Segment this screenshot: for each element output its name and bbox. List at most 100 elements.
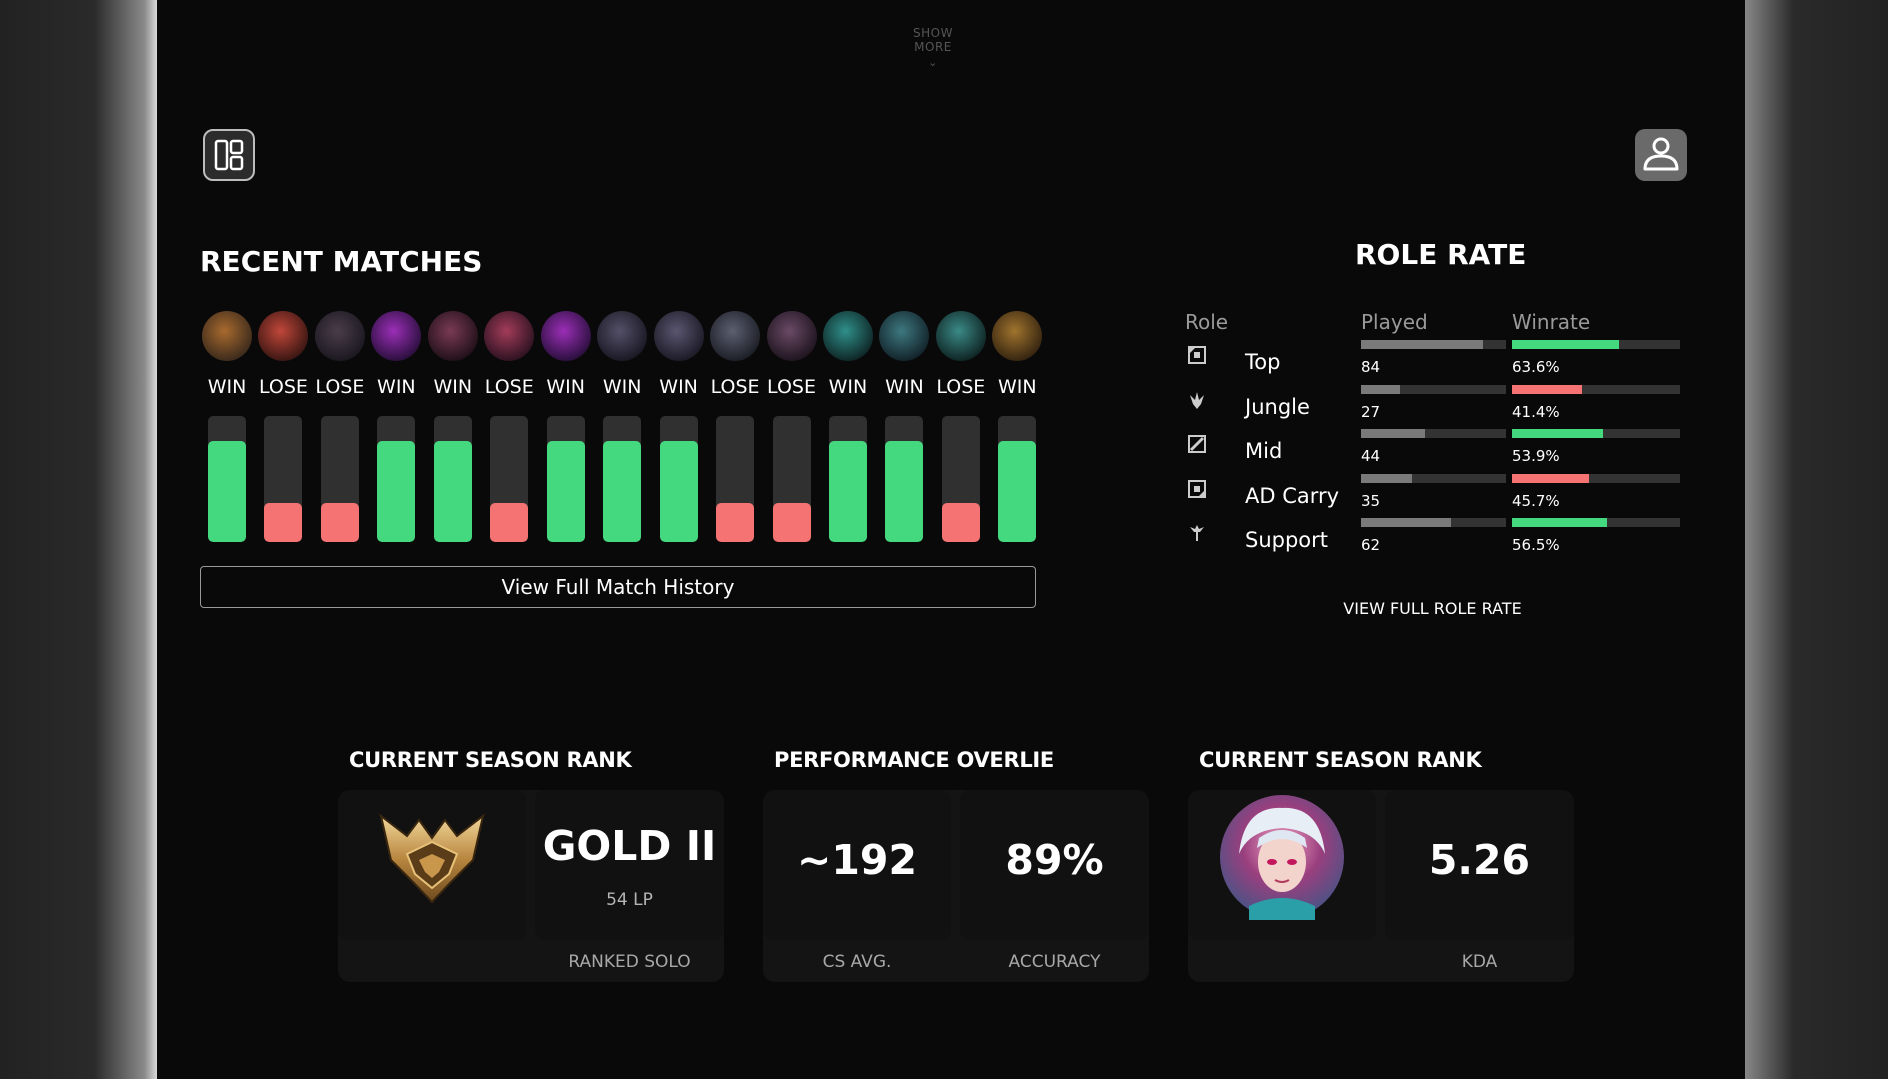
match-result-label: WIN xyxy=(207,376,247,398)
match-champion-avatar[interactable] xyxy=(935,311,986,361)
profile-button[interactable] xyxy=(1635,129,1687,181)
rank-card: GOLD II 54 LP RANKED SOLO xyxy=(338,790,724,982)
recent-matches-title: RECENT MATCHES xyxy=(200,245,483,278)
match-champion-avatar[interactable] xyxy=(427,311,478,361)
winrate-value: 41.4% xyxy=(1512,402,1560,421)
match-result-bar xyxy=(772,416,811,542)
played-count: 84 xyxy=(1361,358,1381,376)
bot-lane-icon xyxy=(1187,479,1207,499)
win-bar-fill xyxy=(546,441,585,542)
performance-card-title: PERFORMANCE OVERLIE xyxy=(774,748,1054,772)
winrate-bar-fill xyxy=(1512,429,1603,438)
match-result-label: LOSE xyxy=(767,376,816,398)
match-result-label: WIN xyxy=(602,376,642,398)
match-result-label: LOSE xyxy=(484,376,534,398)
match-champion-avatar[interactable] xyxy=(540,311,591,361)
match-champion-avatar[interactable] xyxy=(202,311,252,361)
match-result-label: WIN xyxy=(546,376,585,398)
match-champion-avatar[interactable] xyxy=(653,311,704,361)
winrate-value: 56.5% xyxy=(1512,536,1560,554)
lose-bar-fill xyxy=(716,503,755,542)
win-bar-fill xyxy=(603,441,642,542)
played-bar-fill xyxy=(1361,518,1451,527)
match-champion-avatar[interactable] xyxy=(710,311,761,361)
role-name: Mid xyxy=(1245,439,1283,463)
rank-lp-value: 54 LP xyxy=(606,890,653,910)
win-bar-fill xyxy=(208,441,246,542)
match-result-bar xyxy=(490,416,529,542)
gold-rank-emblem-icon xyxy=(379,813,485,904)
win-bar-fill xyxy=(885,441,924,542)
match-champion-avatar[interactable] xyxy=(314,311,365,361)
played-count: 62 xyxy=(1361,536,1381,554)
kda-value: 5.26 xyxy=(1428,836,1531,884)
played-bar xyxy=(1361,518,1506,527)
match-result-bar xyxy=(377,416,416,542)
match-champion-avatar[interactable] xyxy=(597,311,648,361)
win-bar-fill xyxy=(659,441,698,542)
accuracy-tile: 89% xyxy=(960,790,1149,940)
show-more-label: SHOW MORE xyxy=(913,26,953,54)
layout-toggle-button[interactable] xyxy=(203,129,255,181)
match-result-label: LOSE xyxy=(710,376,760,398)
played-count: 27 xyxy=(1361,402,1381,421)
match-champion-avatar[interactable] xyxy=(992,311,1043,361)
winrate-bar xyxy=(1512,473,1680,483)
rank-tier-tile: GOLD II 54 LP xyxy=(535,790,724,940)
match-champion-avatar[interactable] xyxy=(766,311,817,361)
mid-lane-icon xyxy=(1187,434,1207,454)
winrate-bar-fill xyxy=(1512,340,1619,349)
played-bar-fill xyxy=(1361,340,1483,349)
lose-bar-fill xyxy=(941,503,980,542)
match-result-bar xyxy=(546,416,585,542)
match-result-label: WIN xyxy=(828,376,868,398)
show-more-toggle[interactable]: SHOW MORE ⌄ xyxy=(893,26,973,69)
role-name: Support xyxy=(1245,528,1329,552)
user-icon xyxy=(1643,137,1679,171)
match-result-label: WIN xyxy=(659,376,698,398)
match-result-bar xyxy=(659,416,698,542)
winrate-bar-fill xyxy=(1512,518,1607,527)
played-bar-fill xyxy=(1361,473,1412,483)
match-result-bar xyxy=(603,416,642,542)
lose-bar-fill xyxy=(490,503,529,542)
ranked-queue-label: RANKED SOLO xyxy=(568,952,691,972)
view-full-role-rate-link[interactable]: VIEW FULL ROLE RATE xyxy=(1335,599,1530,618)
win-bar-fill xyxy=(433,441,472,542)
accuracy-label: ACCURACY xyxy=(1008,952,1101,972)
played-bar xyxy=(1361,473,1506,483)
kda-label: KDA xyxy=(1461,952,1498,972)
champion-portrait-avatar xyxy=(1220,795,1344,920)
rank-tier-value: GOLD II xyxy=(542,822,717,870)
layout-grid-icon xyxy=(214,139,244,171)
cs-avg-tile: ~192 xyxy=(763,790,951,940)
lose-bar-fill xyxy=(264,503,303,542)
rank-card-title: CURRENT SEASON RANK xyxy=(349,748,632,772)
role-name: AD Carry xyxy=(1245,483,1340,508)
winrate-bar xyxy=(1512,518,1680,527)
match-champion-avatar[interactable] xyxy=(484,311,535,361)
left-backdrop xyxy=(0,0,157,1079)
role-rate-title: ROLE RATE xyxy=(1355,238,1527,271)
rank-emblem-tile xyxy=(338,790,526,940)
match-result-label: WIN xyxy=(997,376,1037,398)
winrate-bar xyxy=(1512,429,1680,438)
match-result-label: WIN xyxy=(885,376,924,398)
match-result-label: LOSE xyxy=(936,376,986,398)
view-full-match-history-button[interactable]: View Full Match History xyxy=(200,566,1036,608)
match-result-bar xyxy=(320,416,359,542)
winrate-bar-fill xyxy=(1512,384,1582,394)
win-bar-fill xyxy=(998,441,1037,542)
role-name: Top xyxy=(1245,350,1281,374)
match-champion-avatar[interactable] xyxy=(822,311,873,361)
match-result-bar xyxy=(716,416,755,542)
kda-card-title: CURRENT SEASON RANK xyxy=(1199,748,1482,772)
jungle-icon xyxy=(1187,390,1207,410)
played-bar xyxy=(1361,384,1506,394)
match-result-label: LOSE xyxy=(258,376,308,398)
win-bar-fill xyxy=(377,441,416,542)
match-champion-avatar[interactable] xyxy=(371,311,422,361)
winrate-value: 45.7% xyxy=(1512,491,1560,510)
winrate-bar xyxy=(1512,384,1680,394)
played-column-header: Played xyxy=(1361,310,1428,334)
